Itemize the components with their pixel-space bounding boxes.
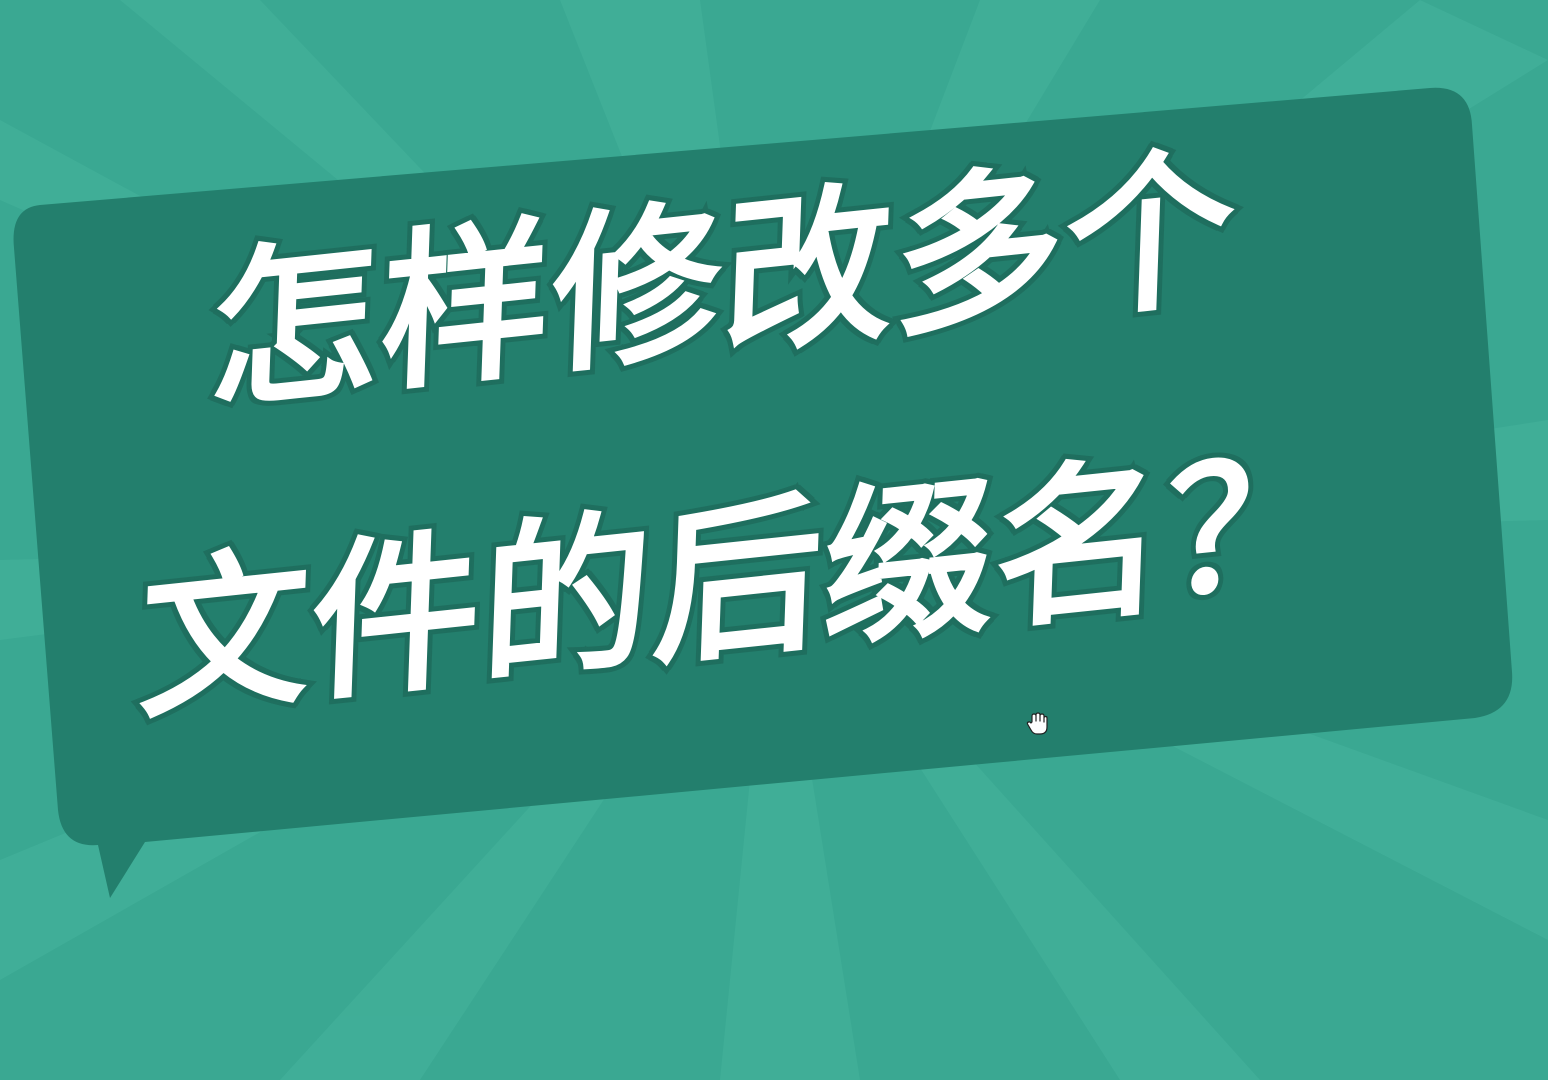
hand-cursor-icon: [1026, 712, 1048, 735]
video-frame: 怎样修改多个 文件的后缀名？: [0, 0, 1548, 1080]
